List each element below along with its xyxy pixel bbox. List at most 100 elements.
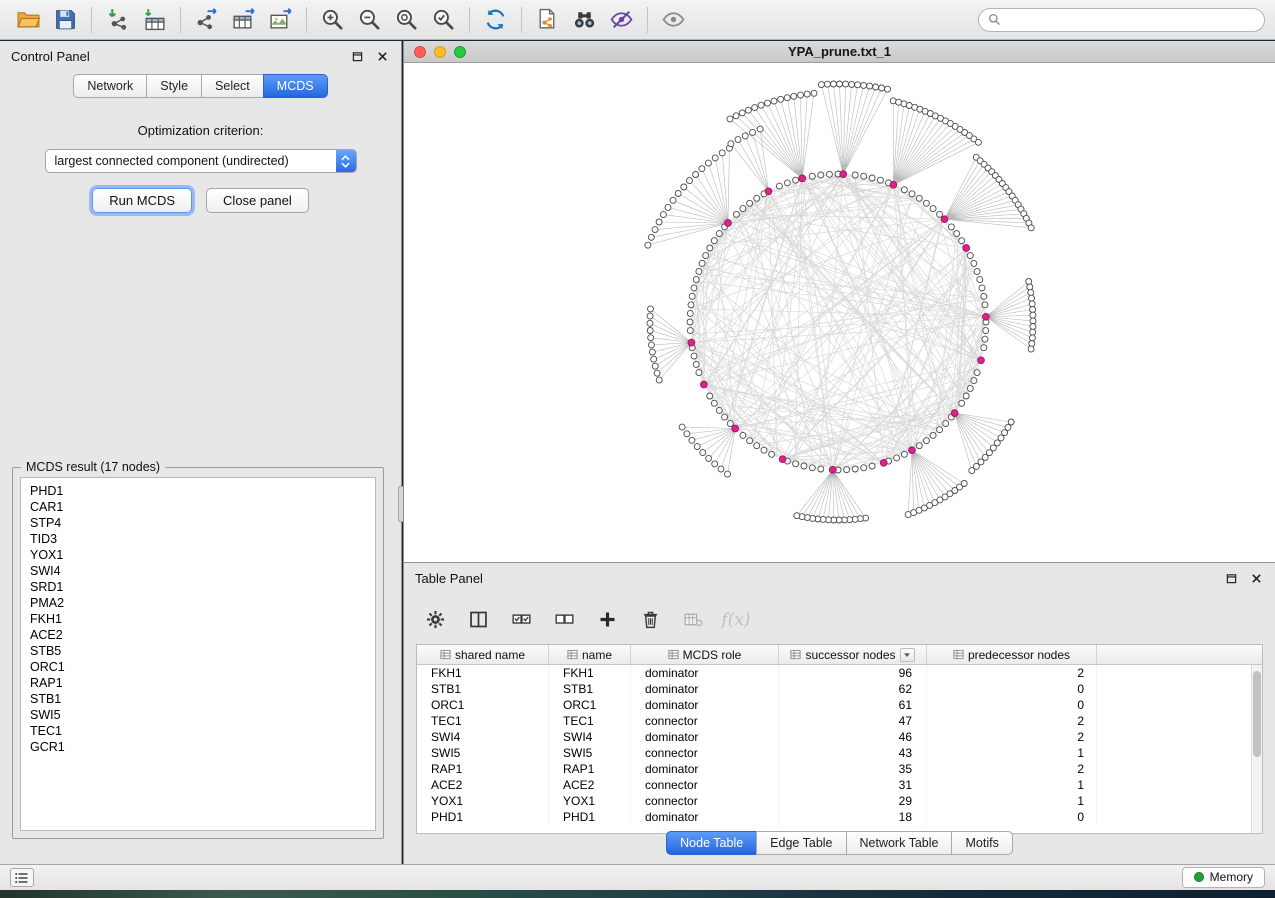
float-window-icon[interactable]: [349, 48, 365, 64]
table-row[interactable]: SWI4SWI4dominator462: [417, 729, 1262, 745]
tab-style[interactable]: Style: [146, 74, 201, 98]
table-cell[interactable]: 62: [779, 681, 927, 697]
table-cell[interactable]: FKH1: [549, 665, 631, 681]
export-image-icon[interactable]: [262, 4, 299, 35]
task-history-button[interactable]: [10, 868, 34, 887]
table-cell[interactable]: PHD1: [417, 809, 549, 825]
mcds-result-item[interactable]: SRD1: [30, 579, 366, 595]
hide-selected-icon[interactable]: [603, 4, 640, 35]
table-cell[interactable]: STB1: [417, 681, 549, 697]
table-settings-gear-icon[interactable]: [422, 607, 448, 633]
table-cell[interactable]: STB1: [549, 681, 631, 697]
table-cell[interactable]: 61: [779, 697, 927, 713]
column-visibility-icon[interactable]: [465, 607, 491, 633]
select-all-rows-icon[interactable]: [508, 607, 534, 633]
mcds-result-item[interactable]: ACE2: [30, 627, 366, 643]
table-row[interactable]: TEC1TEC1connector472: [417, 713, 1262, 729]
close-panel-button[interactable]: Close panel: [206, 188, 309, 213]
mcds-result-item[interactable]: ORC1: [30, 659, 366, 675]
table-cell[interactable]: YOX1: [417, 793, 549, 809]
table-row[interactable]: SWI5SWI5connector431: [417, 745, 1262, 761]
table-scrollbar[interactable]: [1251, 665, 1262, 833]
table-cell[interactable]: 1: [927, 777, 1097, 793]
table-cell[interactable]: connector: [631, 777, 779, 793]
search-box[interactable]: [978, 8, 1265, 32]
run-mcds-button[interactable]: Run MCDS: [92, 188, 192, 213]
import-table-icon[interactable]: [136, 4, 173, 35]
table-cell[interactable]: 96: [779, 665, 927, 681]
mcds-result-item[interactable]: STB1: [30, 691, 366, 707]
table-row[interactable]: PHD1PHD1dominator180: [417, 809, 1262, 825]
table-cell[interactable]: PHD1: [549, 809, 631, 825]
column-sort-dropdown-icon[interactable]: [900, 648, 915, 662]
mcds-result-item[interactable]: STP4: [30, 515, 366, 531]
close-panel-icon[interactable]: [374, 48, 390, 64]
duplicate-network-icon[interactable]: [529, 4, 566, 35]
zoom-selected-icon[interactable]: [425, 4, 462, 35]
table-row[interactable]: ACE2ACE2connector311: [417, 777, 1262, 793]
table-cell[interactable]: ORC1: [417, 697, 549, 713]
table-row[interactable]: YOX1YOX1connector291: [417, 793, 1262, 809]
table-scrollbar-thumb[interactable]: [1253, 671, 1261, 757]
table-cell[interactable]: SWI5: [417, 745, 549, 761]
search-network-icon[interactable]: [566, 4, 603, 35]
table-tab-network-table[interactable]: Network Table: [846, 831, 952, 855]
table-cell[interactable]: 2: [927, 761, 1097, 777]
mcds-result-item[interactable]: GCR1: [30, 739, 366, 755]
search-input[interactable]: [1006, 13, 1255, 27]
table-cell[interactable]: 18: [779, 809, 927, 825]
delete-row-icon[interactable]: [637, 607, 663, 633]
save-session-icon[interactable]: [47, 4, 84, 35]
network-canvas[interactable]: [404, 63, 1275, 562]
table-cell[interactable]: 0: [927, 809, 1097, 825]
table-cell[interactable]: SWI4: [417, 729, 549, 745]
table-cell[interactable]: 1: [927, 793, 1097, 809]
table-cell[interactable]: dominator: [631, 729, 779, 745]
table-cell[interactable]: 47: [779, 713, 927, 729]
mcds-result-item[interactable]: SWI4: [30, 563, 366, 579]
table-cell[interactable]: 2: [927, 729, 1097, 745]
table-cell[interactable]: dominator: [631, 809, 779, 825]
table-cell[interactable]: SWI4: [549, 729, 631, 745]
column-header-shared-name[interactable]: shared name: [417, 645, 549, 664]
mcds-result-item[interactable]: YOX1: [30, 547, 366, 563]
deselect-all-rows-icon[interactable]: [551, 607, 577, 633]
column-header-successor-nodes[interactable]: successor nodes: [779, 645, 927, 664]
mcds-result-item[interactable]: STB5: [30, 643, 366, 659]
table-cell[interactable]: 2: [927, 665, 1097, 681]
table-cell[interactable]: 1: [927, 745, 1097, 761]
tab-select[interactable]: Select: [201, 74, 263, 98]
memory-button[interactable]: Memory: [1182, 867, 1265, 888]
table-cell[interactable]: 43: [779, 745, 927, 761]
table-cell[interactable]: RAP1: [549, 761, 631, 777]
table-row[interactable]: FKH1FKH1dominator962: [417, 665, 1262, 681]
tab-mcds[interactable]: MCDS: [263, 74, 328, 98]
float-table-window-icon[interactable]: [1223, 570, 1239, 586]
close-table-panel-icon[interactable]: [1248, 570, 1264, 586]
table-cell[interactable]: connector: [631, 713, 779, 729]
mcds-result-item[interactable]: PHD1: [30, 483, 366, 499]
add-row-icon[interactable]: [594, 607, 620, 633]
column-header-mcds-role[interactable]: MCDS role: [631, 645, 779, 664]
mcds-result-item[interactable]: SWI5: [30, 707, 366, 723]
column-header-predecessor-nodes[interactable]: predecessor nodes: [927, 645, 1097, 664]
table-cell[interactable]: 35: [779, 761, 927, 777]
refresh-layout-icon[interactable]: [477, 4, 514, 35]
mcds-result-item[interactable]: TEC1: [30, 723, 366, 739]
table-tab-motifs[interactable]: Motifs: [951, 831, 1012, 855]
table-row[interactable]: STB1STB1dominator620: [417, 681, 1262, 697]
table-cell[interactable]: ACE2: [549, 777, 631, 793]
table-cell[interactable]: ACE2: [417, 777, 549, 793]
table-cell[interactable]: SWI5: [549, 745, 631, 761]
table-row[interactable]: ORC1ORC1dominator610: [417, 697, 1262, 713]
mcds-result-item[interactable]: TID3: [30, 531, 366, 547]
export-table-icon[interactable]: [225, 4, 262, 35]
zoom-out-icon[interactable]: [351, 4, 388, 35]
mcds-result-item[interactable]: PMA2: [30, 595, 366, 611]
open-session-icon[interactable]: [10, 4, 47, 35]
table-cell[interactable]: 46: [779, 729, 927, 745]
table-tab-node-table[interactable]: Node Table: [666, 831, 756, 855]
export-network-icon[interactable]: [188, 4, 225, 35]
table-cell[interactable]: 29: [779, 793, 927, 809]
table-cell[interactable]: dominator: [631, 681, 779, 697]
